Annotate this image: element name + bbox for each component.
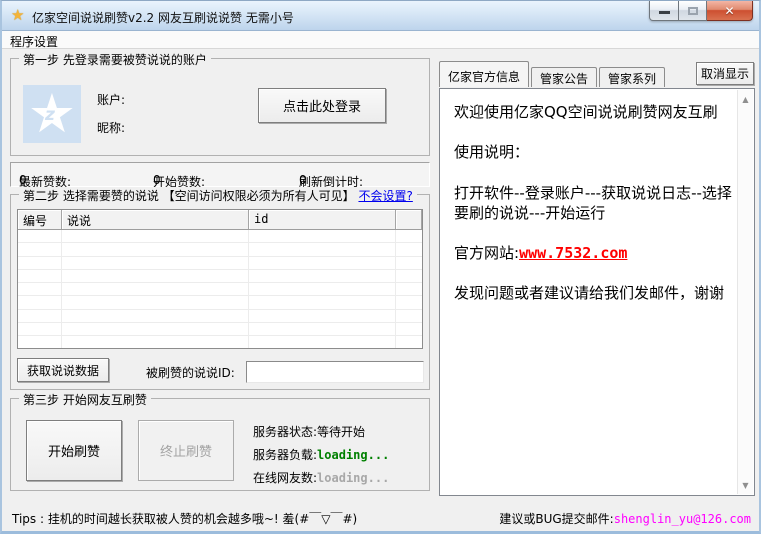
info-tabs: 亿家官方信息 管家公告 管家系列 (439, 61, 667, 87)
info-usage-body: 打开软件--登录账户---获取说说日志--选择要刷的说说---开始运行 (454, 183, 733, 224)
close-button[interactable]: ✕ (707, 1, 753, 21)
app-star-icon: ★ (11, 6, 24, 24)
table-row (18, 310, 422, 323)
latest-likes-value: 0 (19, 173, 27, 187)
target-id-label: 被刷赞的说说ID: (146, 364, 235, 381)
website-label: 官方网站: (454, 244, 519, 262)
menu-item-settings[interactable]: 程序设置 (2, 31, 66, 52)
table-row (18, 296, 422, 309)
maximize-icon (688, 7, 698, 15)
status-bar: Tips : 挂机的时间越长获取被人赞的机会越多哦~! 羞(#￣▽￣#) 建议或… (2, 500, 759, 532)
tips-text: Tips : 挂机的时间越长获取被人赞的机会越多哦~! 羞(#￣▽￣#) (12, 510, 357, 527)
server-load-label: 服务器负载: (253, 448, 317, 462)
server-status-value: 等待开始 (317, 425, 365, 439)
login-button[interactable]: 点击此处登录 (258, 88, 386, 123)
email-link[interactable]: shenglin_yu@126.com (614, 512, 751, 526)
scroll-down-icon[interactable]: ▼ (738, 478, 753, 492)
step2-legend: 第二步 选择需要赞的说说 【空间访问权限必须为所有人可见】 不会设置? (19, 187, 417, 204)
info-welcome: 欢迎使用亿家QQ空间说说刷赞网友互刷 (454, 102, 733, 122)
fetch-posts-button[interactable]: 获取说说数据 (17, 358, 109, 382)
email-label: 建议或BUG提交邮件: (499, 512, 613, 526)
step3-group: 第三步 开始网友互刷赞 开始刷赞 终止刷赞 服务器状态:等待开始 服务器负载:l… (10, 398, 430, 491)
account-label: 账户: (97, 91, 125, 108)
stats-strip: 最新赞数: 0 开始赞数: 0 刷新倒计时: 0 (10, 162, 430, 187)
table-row (18, 230, 422, 243)
feedback-email-line: 建议或BUG提交邮件:shenglin_yu@126.com (499, 510, 751, 527)
menu-bar: 程序设置 (2, 31, 759, 49)
tab-announcements[interactable]: 管家公告 (531, 67, 597, 87)
tab-official-info[interactable]: 亿家官方信息 (439, 61, 529, 87)
step1-group: 第一步 先登录需要被赞说说的账户 ★ z 账户: 昵称: 点击此处登录 (10, 58, 430, 156)
table-row (18, 323, 422, 336)
app-window: ★ 亿家空间说说刷赞v2.2 网友互刷说说赞 无需小号 ✕ 程序设置 第一步 先… (0, 0, 761, 534)
col-content[interactable]: 说说 (62, 210, 249, 229)
tab-series[interactable]: 管家系列 (599, 67, 665, 87)
table-row (18, 257, 422, 270)
col-extra (396, 210, 422, 229)
minimize-button[interactable] (649, 1, 679, 21)
minimize-icon (659, 11, 670, 14)
server-load: 服务器负载:loading... (253, 446, 389, 463)
step3-legend: 第三步 开始网友互刷赞 (19, 391, 151, 408)
table-row (18, 283, 422, 296)
titlebar: ★ 亿家空间说说刷赞v2.2 网友互刷说说赞 无需小号 ✕ (2, 1, 759, 31)
info-website: 官方网站:www.7532.com (454, 243, 733, 263)
server-load-value: loading... (317, 448, 389, 462)
step2-group: 第二步 选择需要赞的说说 【空间访问权限必须为所有人可见】 不会设置? 编号 说… (10, 194, 430, 390)
server-status: 服务器状态:等待开始 (253, 423, 365, 440)
start-button[interactable]: 开始刷赞 (26, 420, 122, 481)
hide-panel-button[interactable]: 取消显示 (696, 62, 754, 85)
info-usage-title: 使用说明： (454, 142, 733, 162)
window-controls: ✕ (649, 1, 753, 21)
refresh-countdown-value: 0 (299, 173, 307, 187)
col-index[interactable]: 编号 (18, 210, 62, 229)
posts-table-header: 编号 说说 id (18, 210, 422, 230)
start-likes-value: 0 (153, 173, 161, 187)
col-id[interactable]: id (249, 210, 396, 229)
scrollbar[interactable]: ▲ ▼ (737, 90, 753, 494)
online-users: 在线网友数:loading... (253, 469, 389, 486)
step2-legend-text: 第二步 选择需要赞的说说 【空间访问权限必须为所有人可见】 (23, 189, 355, 203)
window-title: 亿家空间说说刷赞v2.2 网友互刷说说赞 无需小号 (32, 9, 294, 26)
target-id-input[interactable] (246, 361, 424, 383)
qzone-logo-icon: ★ z (23, 85, 81, 143)
info-box: 欢迎使用亿家QQ空间说说刷赞网友互刷 使用说明： 打开软件--登录账户---获取… (439, 88, 755, 496)
table-row (18, 270, 422, 283)
maximize-button[interactable] (679, 1, 707, 21)
qzone-z-glyph: z (45, 105, 55, 125)
posts-table[interactable]: 编号 说说 id (17, 209, 423, 349)
close-icon: ✕ (724, 4, 734, 18)
info-content: 欢迎使用亿家QQ空间说说刷赞网友互刷 使用说明： 打开软件--登录账户---获取… (440, 89, 737, 495)
table-row (18, 336, 422, 349)
website-link[interactable]: www.7532.com (519, 244, 627, 262)
table-row (18, 243, 422, 256)
help-link[interactable]: 不会设置? (358, 189, 412, 203)
info-feedback: 发现问题或者建议请给我们发邮件，谢谢 (454, 283, 733, 303)
scroll-up-icon[interactable]: ▲ (738, 92, 753, 106)
online-users-value: loading... (317, 471, 389, 485)
nickname-label: 昵称: (97, 119, 125, 136)
online-users-label: 在线网友数: (253, 471, 317, 485)
stop-button: 终止刷赞 (138, 420, 234, 481)
posts-table-body[interactable] (18, 230, 422, 349)
step1-legend: 第一步 先登录需要被赞说说的账户 (19, 51, 211, 68)
server-status-label: 服务器状态: (253, 425, 317, 439)
